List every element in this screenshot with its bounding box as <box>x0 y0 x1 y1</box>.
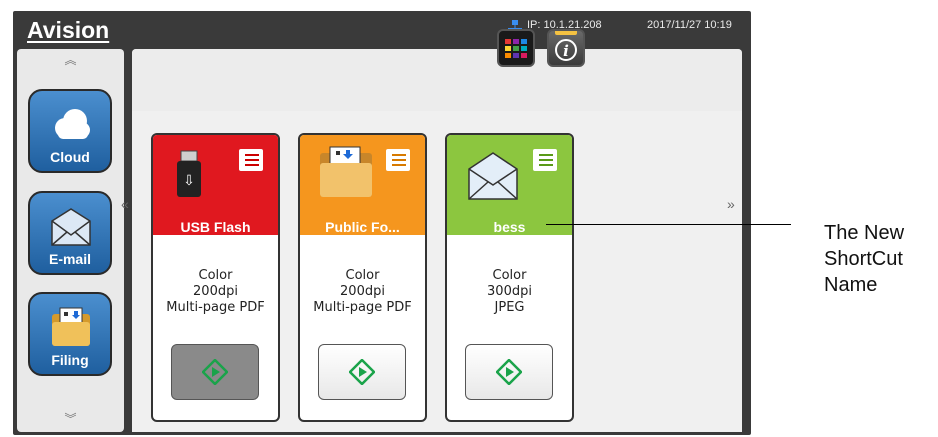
setting-format: Multi-page PDF <box>166 300 265 315</box>
start-button[interactable] <box>171 344 259 400</box>
callout-line <box>546 224 791 225</box>
shortcut-card[interactable]: Public Fo... Color 200dpi Multi-page PDF <box>298 133 427 422</box>
shortcut-card[interactable]: bess Color 300dpi JPEG <box>445 133 574 422</box>
brand-logo: Avision <box>27 17 110 43</box>
start-icon <box>349 359 375 385</box>
callout-line-text: ShortCut <box>824 248 903 270</box>
envelope-icon <box>468 149 557 200</box>
setting-format: Multi-page PDF <box>313 300 412 315</box>
setting-color-mode: Color <box>198 268 233 283</box>
prev-page-arrow[interactable]: « <box>121 197 129 211</box>
color-grid-button[interactable] <box>497 29 535 67</box>
card-header: bess <box>447 135 572 235</box>
card-header: Public Fo... <box>300 135 425 235</box>
start-button[interactable] <box>465 344 553 400</box>
sidebar-item-cloud[interactable]: Cloud <box>28 89 112 173</box>
envelope-icon <box>51 208 91 246</box>
sidebar-item-label: Filing <box>51 352 89 368</box>
start-icon <box>496 359 522 385</box>
sidebar-item-label: Cloud <box>50 149 90 165</box>
card-title: bess <box>493 219 526 235</box>
status-bar: Avision IP: 10.1.21.208 2017/11/27 10:19 <box>13 11 751 47</box>
card-title: USB Flash <box>180 219 251 235</box>
start-icon <box>202 359 228 385</box>
sidebar-item-email[interactable]: E-mail <box>28 191 112 275</box>
card-title: Public Fo... <box>325 219 400 235</box>
card-settings: Color 300dpi JPEG <box>447 268 572 316</box>
color-grid-icon <box>505 39 527 58</box>
card-header: ⇩ USB Flash <box>153 135 278 235</box>
next-page-arrow[interactable]: » <box>727 197 735 211</box>
sidebar-item-filing[interactable]: Filing <box>28 292 112 376</box>
sidebar-scroll-up[interactable]: ︽ <box>17 54 124 66</box>
callout-label: The New ShortCut Name <box>824 220 936 298</box>
info-icon: i <box>555 31 577 61</box>
svg-text:⇩: ⇩ <box>183 173 195 189</box>
cloud-icon <box>55 109 90 139</box>
folder-icon <box>52 307 90 346</box>
setting-format: JPEG <box>494 300 525 315</box>
setting-color-mode: Color <box>492 268 527 283</box>
setting-color-mode: Color <box>345 268 380 283</box>
setting-resolution: 200dpi <box>193 284 238 299</box>
setting-resolution: 300dpi <box>487 284 532 299</box>
function-sidebar: ︽ Cloud E-mail Filing ︾ <box>17 49 124 432</box>
callout-line-text: Name <box>824 274 878 296</box>
usb-icon: ⇩ <box>177 149 263 197</box>
shortcut-card[interactable]: ⇩ USB Flash Color 200dpi Multi-page PDF <box>151 133 280 422</box>
card-settings: Color 200dpi Multi-page PDF <box>153 268 278 316</box>
sidebar-scroll-down[interactable]: ︾ <box>17 413 124 425</box>
date-time: 2017/11/27 10:19 <box>647 19 732 31</box>
card-settings: Color 200dpi Multi-page PDF <box>300 268 425 316</box>
main-toolbar <box>132 49 742 111</box>
info-button[interactable]: i <box>547 29 585 67</box>
callout-line-text: The New <box>824 222 905 244</box>
start-button[interactable] <box>318 344 406 400</box>
svg-text:i: i <box>563 42 569 60</box>
sidebar-item-label: E-mail <box>48 251 91 267</box>
setting-resolution: 200dpi <box>340 284 385 299</box>
folder-icon <box>320 146 410 197</box>
